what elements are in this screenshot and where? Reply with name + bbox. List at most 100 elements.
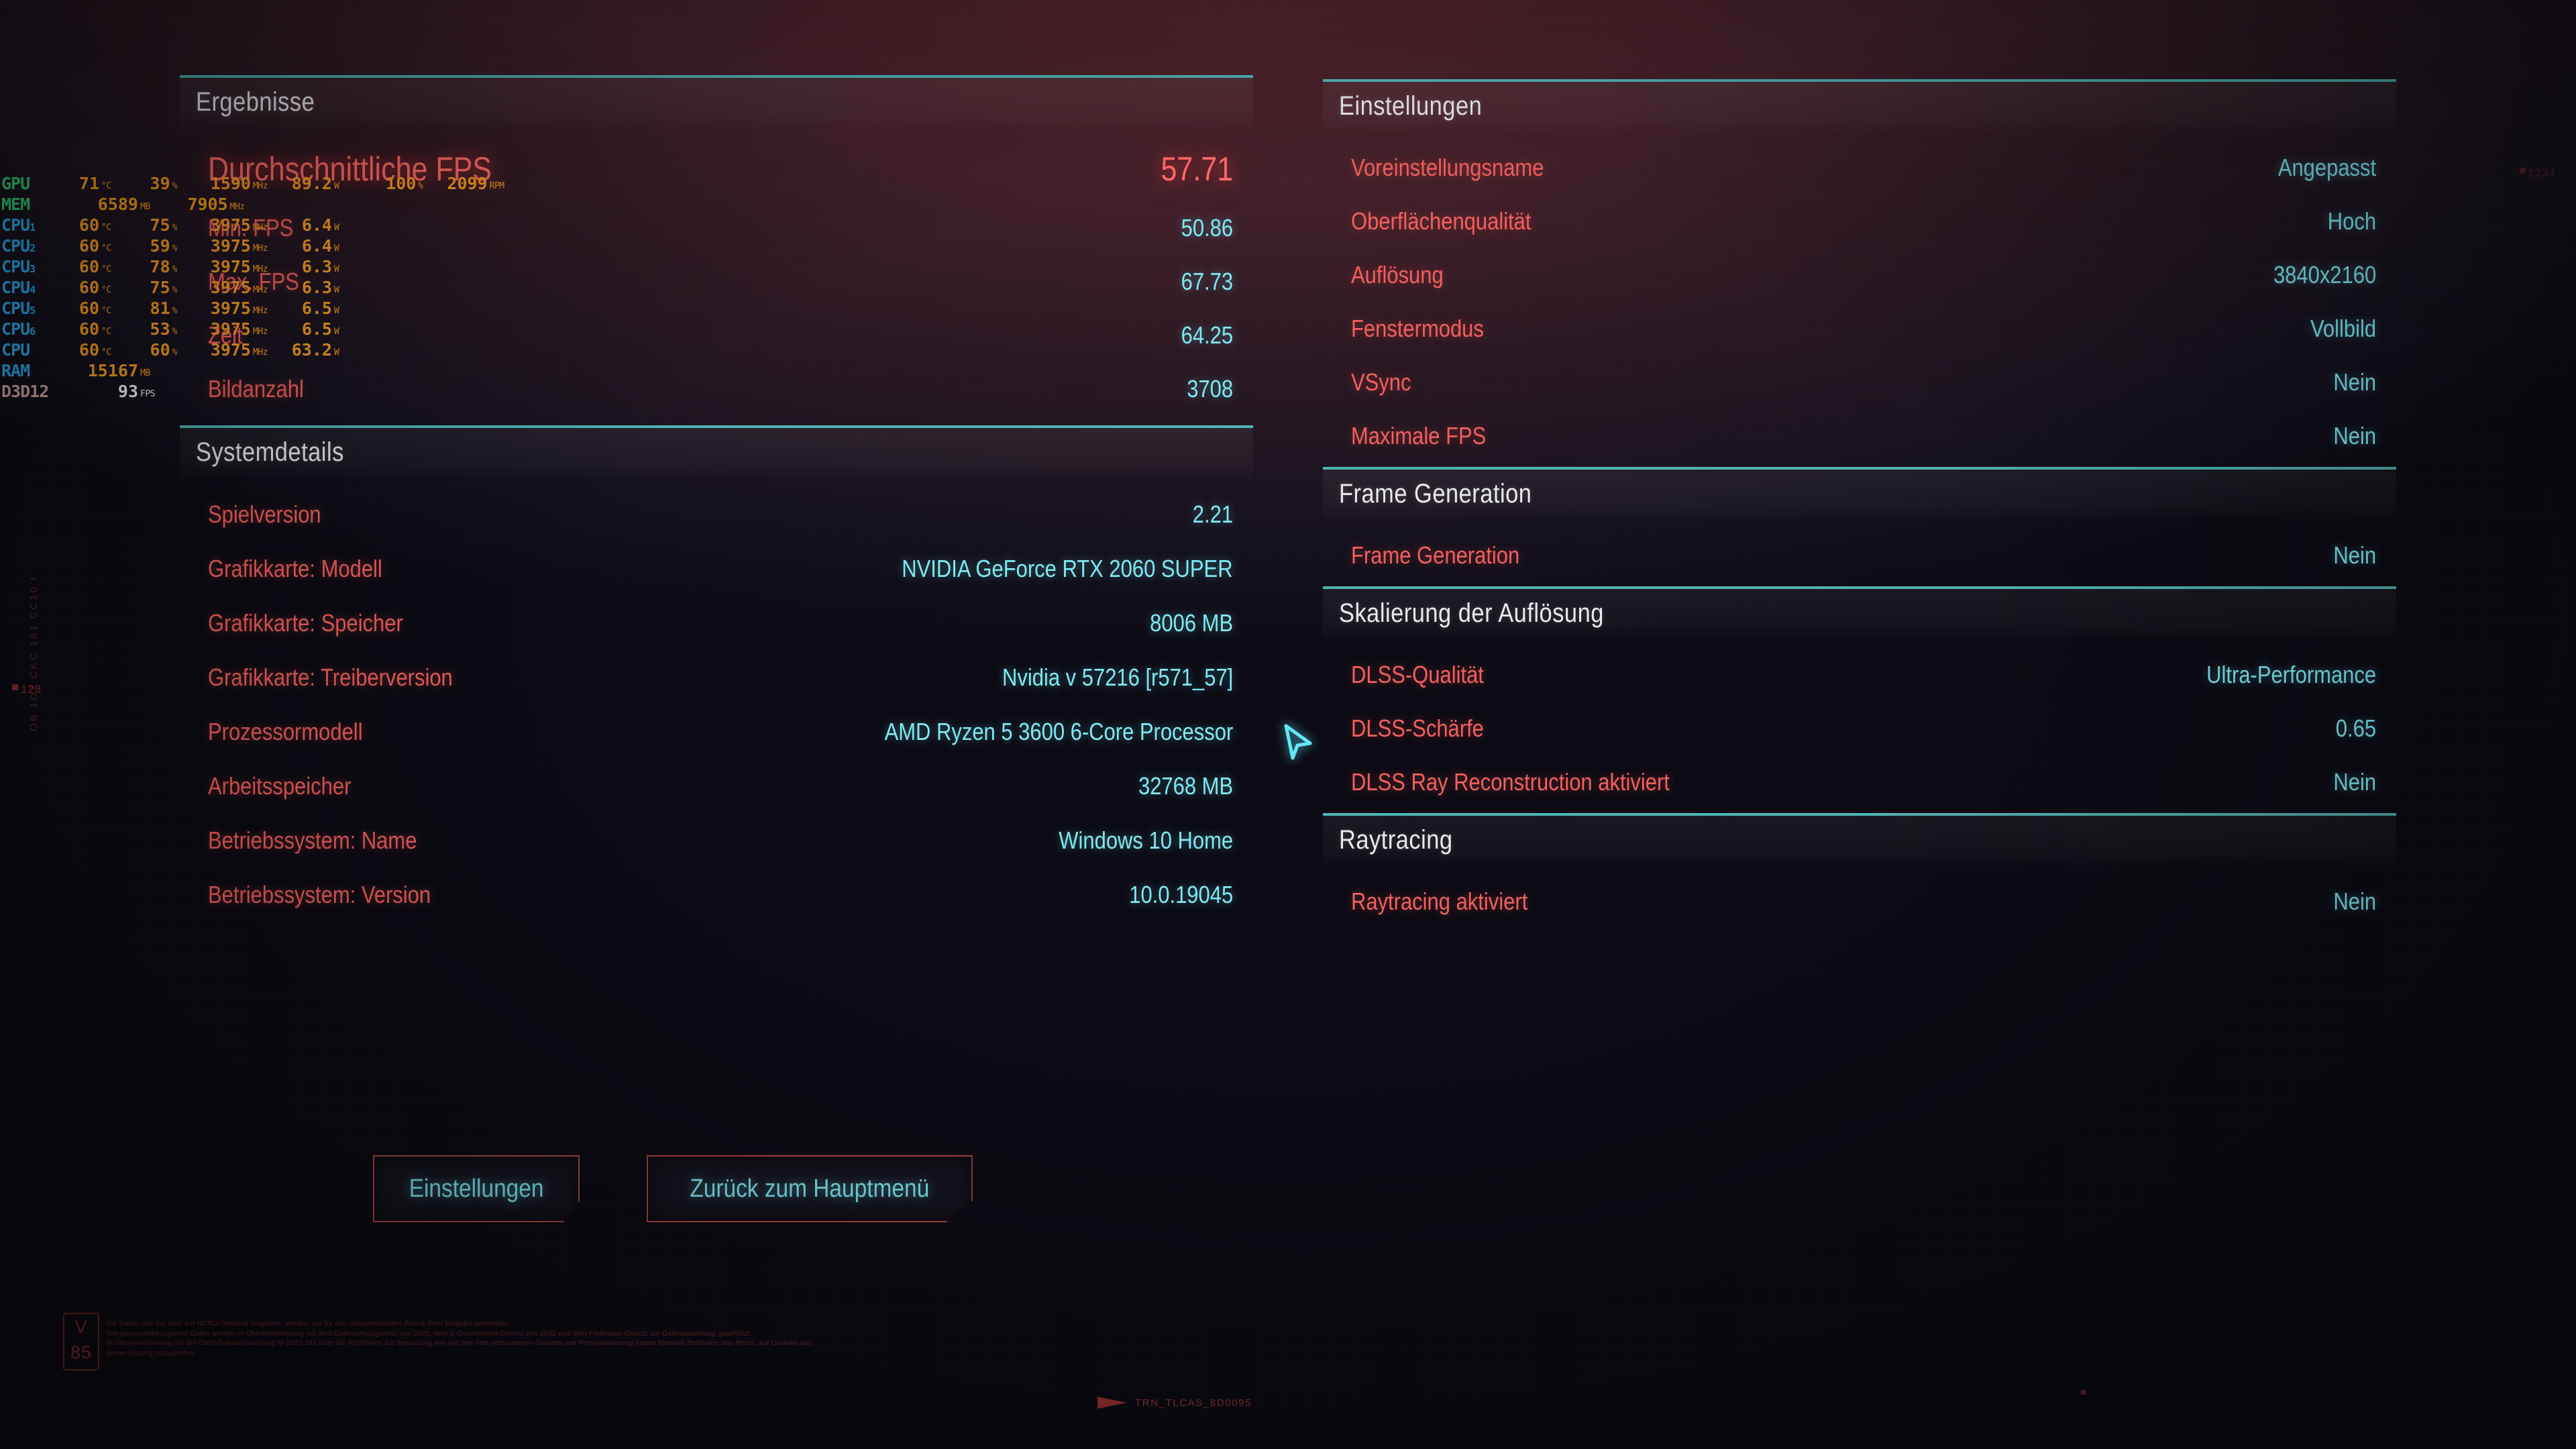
top-right-number: 1234 bbox=[2520, 166, 2556, 180]
osd-core-index: 5 bbox=[30, 305, 36, 317]
row-value: 0.65 bbox=[2335, 714, 2376, 742]
osd-value: 93 bbox=[117, 382, 138, 401]
mouse-cursor-icon bbox=[1284, 724, 1312, 760]
section-settings: Einstellungen Voreinstellungsname Angepas… bbox=[1323, 79, 2396, 463]
back-to-main-menu-button[interactable]: Zurück zum Hauptmenü bbox=[647, 1155, 973, 1222]
row-label: VSync bbox=[1351, 368, 1411, 396]
row-value: 32768 MB bbox=[1138, 772, 1233, 800]
left-edge-number-text: 123 bbox=[21, 683, 42, 696]
legal-line-1: Die Daten, die Sie über ein NCRD-Termina… bbox=[106, 1320, 511, 1328]
section-title-frame-generation: Frame Generation bbox=[1339, 479, 1532, 508]
row-value: Ultra-Performance bbox=[2206, 661, 2376, 688]
settings-row: Oberflächenqualität Hoch bbox=[1323, 195, 2396, 248]
osd-sensor-label: CPU2 bbox=[1, 236, 36, 256]
osd-unit: °C bbox=[101, 223, 111, 233]
row-label: Raytracing aktiviert bbox=[1351, 888, 1528, 915]
square-marker-icon-top-right bbox=[2520, 168, 2526, 174]
osd-unit: % bbox=[172, 244, 178, 254]
osd-value: 75 bbox=[150, 215, 170, 235]
section-header-resolution-scaling: Skalierung der Auflösung bbox=[1323, 586, 2396, 641]
version-badge-number: 85 bbox=[70, 1342, 93, 1362]
row-value: Hoch bbox=[2327, 207, 2376, 235]
osd-value: 3975 bbox=[210, 278, 251, 297]
osd-row: CPU5 60 °C 81% 3975 MHz 6.5 W bbox=[0, 298, 504, 319]
left-edge-number: 123 bbox=[12, 683, 42, 696]
osd-value: 3975 bbox=[210, 299, 251, 318]
version-badge-letter: V bbox=[74, 1317, 88, 1337]
osd-value: 3975 bbox=[210, 215, 251, 235]
osd-core-index: 4 bbox=[30, 284, 36, 296]
osd-value: 3975 bbox=[210, 340, 251, 360]
osd-value: 1590 bbox=[210, 174, 251, 193]
osd-value: 2099 bbox=[447, 174, 488, 193]
osd-sensor-label: GPU bbox=[1, 174, 30, 193]
section-resolution-scaling: Skalierung der Auflösung DLSS-Qualität Ul… bbox=[1323, 586, 2396, 809]
osd-value: 6.5 bbox=[301, 319, 332, 339]
section-frame-generation: Frame Generation Frame Generation Nein bbox=[1323, 467, 2396, 582]
osd-row: MEM 6589 MB 7905 MHz bbox=[0, 194, 504, 215]
resolution-scaling-rows: DLSS-Qualität Ultra-Performance DLSS-Schär… bbox=[1323, 641, 2396, 809]
settings-rows: Voreinstellungsname Angepasst Oberflächenq… bbox=[1323, 134, 2396, 463]
row-label: Grafikkarte: Modell bbox=[208, 555, 382, 582]
section-title-resolution-scaling: Skalierung der Auflösung bbox=[1339, 598, 1604, 628]
osd-value: 6.4 bbox=[301, 236, 332, 256]
osd-unit: W bbox=[333, 181, 339, 191]
osd-row: CPU6 60 °C 53% 3975 MHz 6.5 W bbox=[0, 319, 504, 339]
osd-unit: W bbox=[333, 285, 339, 295]
osd-sensor-label: CPU1 bbox=[1, 215, 36, 235]
section-title-system-details: Systemdetails bbox=[196, 437, 344, 467]
osd-unit: °C bbox=[101, 181, 111, 191]
hardware-monitor-overlay: GPU 71 °C 39% 1590 MHz 89.2 W 100% 2099 RPM MEM 6589… bbox=[0, 173, 504, 402]
osd-unit: % bbox=[418, 181, 423, 191]
settings-button[interactable]: Einstellungen bbox=[373, 1155, 580, 1222]
row-label: Grafikkarte: Speicher bbox=[208, 609, 403, 637]
osd-value: 15167 bbox=[87, 361, 138, 380]
osd-unit: °C bbox=[101, 285, 111, 295]
row-label: Prozessormodell bbox=[208, 718, 363, 745]
row-value: 10.0.19045 bbox=[1129, 881, 1233, 908]
settings-row: Betriebssystem: Version 10.0.19045 bbox=[180, 867, 1253, 922]
row-value: Vollbild bbox=[2310, 315, 2376, 342]
row-label: Oberflächenqualität bbox=[1351, 207, 1532, 235]
legal-line-3: In Übereinstimmung mit der OMB-Bekanntma… bbox=[106, 1339, 812, 1348]
settings-row: Auflösung 3840x2160 bbox=[1323, 248, 2396, 302]
osd-sensor-label: MEM bbox=[1, 195, 30, 214]
section-title-settings: Einstellungen bbox=[1339, 91, 1483, 121]
row-label: Betriebssystem: Name bbox=[208, 826, 417, 854]
button-bar: Einstellungen Zurück zum Hauptmenü bbox=[373, 1155, 973, 1222]
osd-value: 6589 bbox=[97, 195, 138, 214]
osd-unit: W bbox=[333, 244, 339, 254]
osd-sensor-label: CPU6 bbox=[1, 319, 36, 339]
osd-unit: MB bbox=[140, 202, 150, 212]
section-header-settings: Einstellungen bbox=[1323, 79, 2396, 134]
osd-value: 60 bbox=[78, 319, 99, 339]
osd-unit: °C bbox=[101, 244, 111, 254]
row-label: Fenstermodus bbox=[1351, 315, 1484, 342]
benchmark-results-screen: Ergebnisse Durchschnittliche FPS 57.71 Min… bbox=[0, 0, 2576, 1449]
osd-value: 3975 bbox=[210, 257, 251, 276]
legal-line-4: dieser Sitzung zuzugreifen. bbox=[106, 1348, 196, 1357]
version-badge: V 85 bbox=[63, 1313, 99, 1371]
osd-value: 6.3 bbox=[301, 278, 332, 297]
osd-sensor-label: D3D12 bbox=[1, 382, 49, 401]
back-to-main-menu-button-label: Zurück zum Hauptmenü bbox=[690, 1174, 930, 1203]
frame-generation-rows: Frame Generation Nein bbox=[1323, 522, 2396, 582]
osd-value: 60 bbox=[78, 257, 99, 276]
osd-unit: W bbox=[333, 347, 339, 358]
row-value: 3840x2160 bbox=[2273, 261, 2376, 288]
osd-unit: °C bbox=[101, 264, 111, 274]
osd-unit: W bbox=[333, 327, 339, 337]
osd-unit: W bbox=[333, 264, 339, 274]
settings-row: VSync Nein bbox=[1323, 356, 2396, 409]
osd-unit: W bbox=[333, 306, 339, 316]
osd-unit: % bbox=[172, 285, 178, 295]
osd-row: CPU 60 °C 60% 3975 MHz 63.2 W bbox=[0, 339, 504, 360]
row-value: Nein bbox=[2333, 768, 2376, 796]
osd-sensor-label: RAM bbox=[1, 361, 30, 380]
osd-value: 75 bbox=[150, 278, 170, 297]
section-header-frame-generation: Frame Generation bbox=[1323, 467, 2396, 522]
osd-row: D3D12 93 FPS bbox=[0, 381, 504, 402]
osd-unit: MHz bbox=[252, 223, 268, 233]
left-edge-code: OB 1D2 CKC 151 CC10 I bbox=[28, 575, 40, 731]
osd-value: 78 bbox=[150, 257, 170, 276]
